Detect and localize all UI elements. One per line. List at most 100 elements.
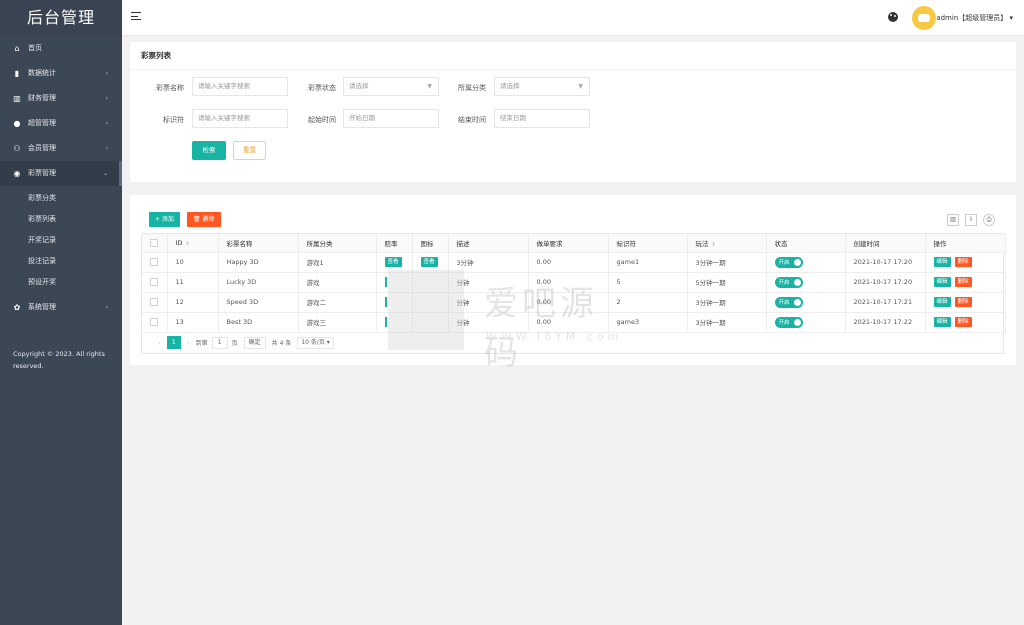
sidebar-item-admins[interactable]: ● 超管管理 › <box>0 111 122 136</box>
row-checkbox[interactable] <box>150 298 158 306</box>
code-label: 标识符 <box>163 116 184 124</box>
status-toggle[interactable]: 开启 <box>774 316 803 328</box>
sidebar-item-system[interactable]: ✿ 系统管理 › <box>0 295 122 320</box>
sort-icon[interactable]: ⇕ <box>185 241 189 247</box>
next-page-icon[interactable]: › <box>187 339 190 347</box>
export-icon[interactable]: ⇩ <box>965 214 977 226</box>
page-number-current[interactable]: 1 <box>166 336 181 349</box>
palette-icon[interactable] <box>888 12 898 22</box>
cell-created: 2021-10-17 17:20 <box>845 272 926 293</box>
status-select-value: 请选择 <box>349 82 369 90</box>
chevron-right-icon: › <box>105 145 108 152</box>
row-checkbox[interactable] <box>150 278 158 286</box>
avatar-face-icon <box>918 14 930 22</box>
delete-button[interactable]: 删除 <box>954 277 972 287</box>
name-search-input[interactable]: 请输入关键字搜索 <box>192 77 288 96</box>
end-date-input[interactable]: 结束日期 <box>494 109 590 128</box>
sidebar-item-label: 超管管理 <box>28 119 56 127</box>
sort-icon[interactable]: ⇕ <box>712 242 716 248</box>
user-menu[interactable]: admin【超级管理员】 ▾ <box>936 13 1013 23</box>
menu-toggle-icon[interactable] <box>131 12 141 22</box>
edit-button[interactable]: 编辑 <box>933 317 951 327</box>
submenu-item-draw-records[interactable]: 开奖记录 <box>0 230 122 251</box>
end-time-label: 结束时间 <box>458 116 486 124</box>
cell-code: game1 <box>608 252 688 273</box>
chevron-down-icon: ▼ <box>427 83 432 90</box>
batch-delete-button[interactable]: 🗑 删除 <box>187 212 221 227</box>
avatar[interactable] <box>912 6 936 30</box>
view-icon-button[interactable]: 查看 <box>420 257 438 267</box>
prev-page-icon[interactable]: ‹ <box>158 339 161 347</box>
sidebar-item-label: 彩票管理 <box>28 169 56 177</box>
page-unit-label: 页 <box>231 340 238 347</box>
column-header-created: 创建时间 <box>845 234 926 253</box>
name-label: 彩票名称 <box>156 84 184 92</box>
edit-button[interactable]: 编辑 <box>933 277 951 287</box>
row-checkbox[interactable] <box>150 258 158 266</box>
cell-created: 2021-10-17 17:20 <box>845 252 926 273</box>
delete-button[interactable]: 删除 <box>954 257 972 267</box>
sidebar-item-statistics[interactable]: ▮ 数据统计 › <box>0 61 122 86</box>
status-toggle[interactable]: 开启 <box>774 276 803 288</box>
sidebar-item-lottery[interactable]: ◉ 彩票管理 ⌄ <box>0 161 122 186</box>
status-toggle[interactable]: 开启 <box>774 256 803 268</box>
cell-category: 游戏三 <box>298 312 377 333</box>
reset-button[interactable]: 重置 <box>233 141 266 160</box>
watermark: 爱吧源码 WWW.I8YM.com <box>388 270 628 373</box>
bank-icon: ▥ <box>13 94 21 103</box>
row-checkbox[interactable] <box>150 318 158 326</box>
cell-description: 3分钟 <box>448 252 529 273</box>
cell-play: 3分钟一期 <box>687 252 767 273</box>
cell-id: 12 <box>167 292 219 313</box>
start-time-label: 起始时间 <box>308 116 336 124</box>
column-header-play[interactable]: 玩法 ⇕ <box>687 234 767 253</box>
status-select[interactable]: 请选择 ▼ <box>343 77 439 96</box>
goto-label: 到第 <box>195 340 208 347</box>
print-icon[interactable]: ⎙ <box>983 214 995 226</box>
chevron-right-icon: › <box>105 70 108 77</box>
status-toggle[interactable]: 开启 <box>774 296 803 308</box>
view-odds-button[interactable] <box>384 317 387 327</box>
column-header-id[interactable]: ID ⇕ <box>167 234 219 253</box>
category-label: 所属分类 <box>458 84 486 92</box>
goto-confirm-button[interactable]: 确定 <box>243 336 266 349</box>
view-odds-button[interactable] <box>384 277 387 287</box>
category-select[interactable]: 请选择 ▼ <box>494 77 590 96</box>
panel-title: 彩票列表 <box>130 42 1016 70</box>
goto-page-input[interactable]: 1 <box>211 336 228 349</box>
add-button[interactable]: + 添加 <box>149 212 180 227</box>
edit-button[interactable]: 编辑 <box>933 257 951 267</box>
submenu-item-preset-draws[interactable]: 预设开奖 <box>0 272 122 293</box>
brand-title: 后台管理 <box>0 0 122 36</box>
column-header-status: 状态 <box>766 234 846 253</box>
submenu-item-lottery-list[interactable]: 彩票列表 <box>0 209 122 230</box>
cell-created: 2021-10-17 17:21 <box>845 292 926 313</box>
select-all-cell[interactable] <box>142 234 168 253</box>
sidebar-item-finance[interactable]: ▥ 财务管理 › <box>0 86 122 111</box>
sidebar-item-home[interactable]: ⌂ 首页 <box>0 36 122 61</box>
select-all-checkbox[interactable] <box>150 238 158 247</box>
column-header-name: 彩票名称 <box>218 234 299 253</box>
sidebar-menu-bottom: ✿ 系统管理 › <box>0 295 122 320</box>
per-page-select[interactable]: 10 条/页 ▾ <box>297 336 334 349</box>
sidebar-item-members[interactable]: ⚇ 会员管理 › <box>0 136 122 161</box>
chevron-down-icon: ⌄ <box>102 170 108 177</box>
code-search-input[interactable]: 请输入关键字搜索 <box>192 109 288 128</box>
edit-button[interactable]: 编辑 <box>933 297 951 307</box>
view-odds-button[interactable] <box>384 297 387 307</box>
start-date-input[interactable]: 开始日期 <box>343 109 439 128</box>
cell-play: 5分钟一期 <box>687 272 767 293</box>
cell-name: Happy 3D <box>218 252 299 273</box>
user-icon: ● <box>13 119 21 128</box>
delete-button[interactable]: 删除 <box>954 317 972 327</box>
columns-filter-icon[interactable]: ▥ <box>947 214 959 226</box>
column-header-odds: 赔率 <box>376 234 413 253</box>
search-button[interactable]: 检索 <box>192 141 226 160</box>
top-header: admin【超级管理员】 ▾ <box>122 0 1024 36</box>
delete-button[interactable]: 删除 <box>954 297 972 307</box>
view-odds-button[interactable]: 查看 <box>384 257 402 267</box>
submenu-item-categories[interactable]: 彩票分类 <box>0 188 122 209</box>
submenu-item-bet-records[interactable]: 投注记录 <box>0 251 122 272</box>
cell-id: 10 <box>167 252 219 273</box>
bar-chart-icon: ▮ <box>14 69 20 78</box>
